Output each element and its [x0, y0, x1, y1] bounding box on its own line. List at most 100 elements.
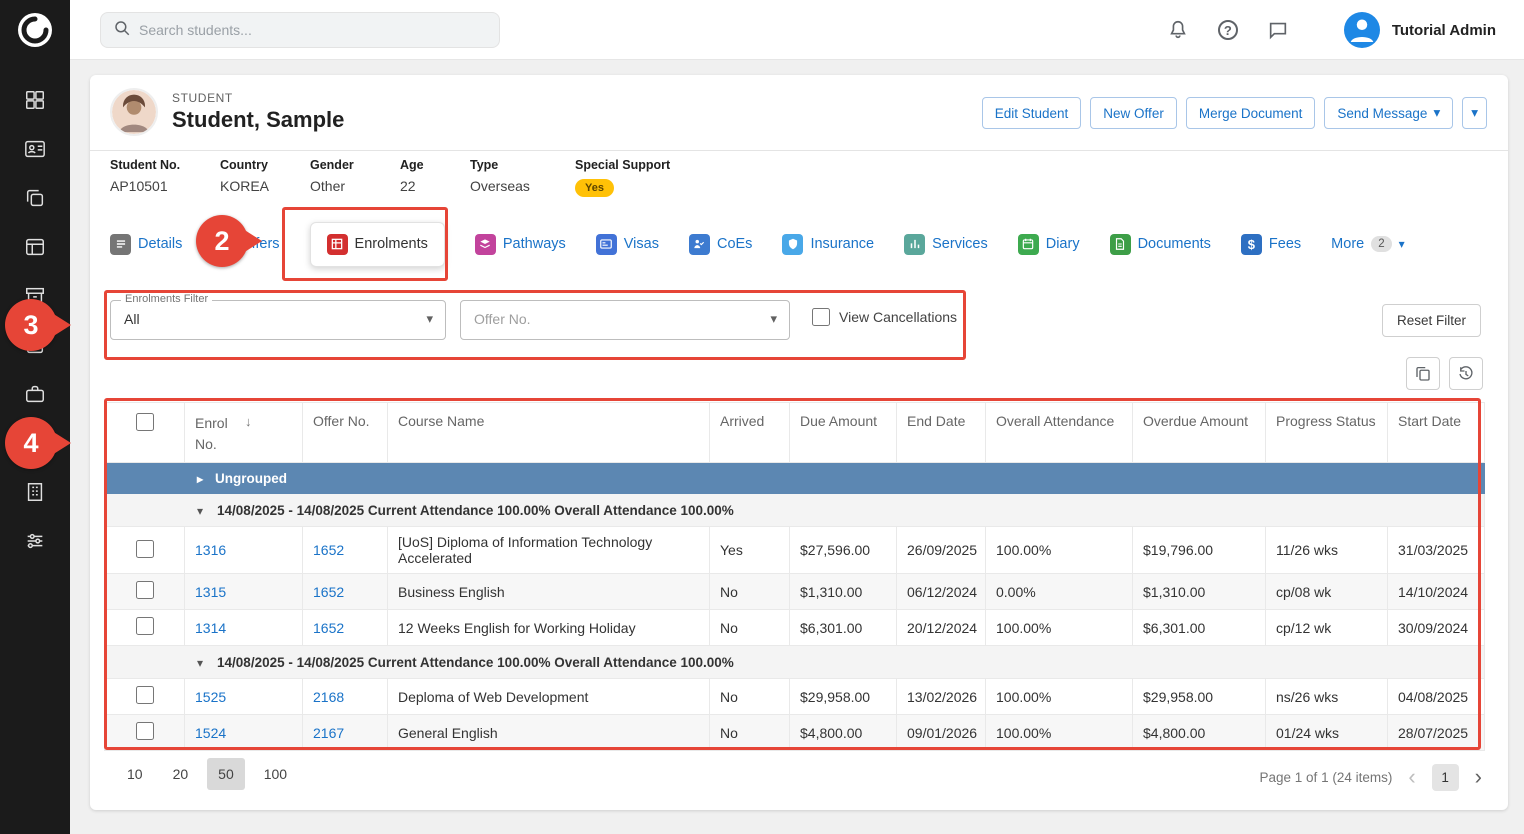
sidebar-contacts-icon[interactable]: [24, 138, 46, 160]
select-all-checkbox[interactable]: [136, 413, 154, 431]
tab-documents[interactable]: Documents: [1110, 234, 1211, 255]
chat-icon[interactable]: [1266, 18, 1290, 42]
col-header-overdue-amount[interactable]: Overdue Amount: [1133, 403, 1266, 463]
table-row: 1316 1652 [UoS] Diploma of Information T…: [105, 527, 1485, 574]
col-header-offer-no[interactable]: Offer No.: [303, 403, 388, 463]
new-offer-button[interactable]: New Offer: [1090, 97, 1177, 129]
sidebar-messages-icon[interactable]: [24, 432, 46, 454]
col-header-start-date[interactable]: Start Date: [1388, 403, 1485, 463]
app-logo-icon[interactable]: [17, 12, 53, 48]
student-avatar[interactable]: [110, 88, 158, 136]
start-date-cell: 31/03/2025: [1388, 527, 1485, 574]
col-header-due-amount[interactable]: Due Amount: [790, 403, 897, 463]
attendance-cell: 100.00%: [986, 679, 1133, 715]
row-checkbox[interactable]: [136, 540, 154, 558]
col-header-enrol-no[interactable]: Enrol No.↓: [185, 403, 303, 463]
subgroup-row[interactable]: ▾14/08/2025 - 14/08/2025 Current Attenda…: [105, 494, 1485, 527]
offer-no-placeholder: Offer No.: [474, 311, 531, 327]
offer-no-link[interactable]: 1652: [313, 584, 344, 600]
send-message-label: Send Message: [1337, 106, 1427, 121]
table-row: 1525 2168 Deploma of Web Development No …: [105, 679, 1485, 715]
tab-services[interactable]: Services: [904, 234, 988, 255]
subgroup-row[interactable]: ▾14/08/2025 - 14/08/2025 Current Attenda…: [105, 646, 1485, 679]
more-actions-dropdown-button[interactable]: ▾: [1462, 97, 1487, 129]
notifications-bell-icon[interactable]: [1166, 18, 1190, 42]
view-cancellations-label: View Cancellations: [839, 309, 957, 325]
tab-more[interactable]: More 2 ▾: [1331, 236, 1404, 252]
enrol-no-link[interactable]: 1525: [195, 689, 226, 705]
sidebar-offers-icon[interactable]: [24, 187, 46, 209]
sidebar-archive-icon[interactable]: [24, 285, 46, 307]
col-header-arrived[interactable]: Arrived: [710, 403, 790, 463]
offer-no-select[interactable]: Offer No. ▾: [460, 300, 790, 340]
tab-pathways[interactable]: Pathways: [475, 234, 566, 255]
user-menu[interactable]: Tutorial Admin: [1344, 12, 1496, 48]
page-size-50[interactable]: 50: [207, 758, 245, 790]
tab-diary[interactable]: Diary: [1018, 234, 1080, 255]
sidebar-settings-icon[interactable]: [24, 530, 46, 552]
arrived-cell: No: [710, 610, 790, 646]
history-icon[interactable]: [1449, 357, 1483, 390]
enrol-no-link[interactable]: 1315: [195, 584, 226, 600]
tab-visas[interactable]: Visas: [596, 234, 659, 255]
group-row-ungrouped[interactable]: ▸Ungrouped: [105, 463, 1485, 494]
offers-icon: [212, 234, 233, 255]
reset-filter-button[interactable]: Reset Filter: [1382, 304, 1481, 337]
col-header-course-name[interactable]: Course Name: [388, 403, 710, 463]
row-checkbox[interactable]: [136, 581, 154, 599]
enrolments-filter-select[interactable]: Enrolments Filter All ▾: [110, 300, 446, 340]
tab-insurance[interactable]: Insurance: [782, 234, 874, 255]
info-country: CountryKOREA: [220, 158, 269, 194]
row-checkbox[interactable]: [136, 722, 154, 740]
tab-coes[interactable]: CoEs: [689, 234, 752, 255]
offer-no-link[interactable]: 2167: [313, 725, 344, 741]
col-header-end-date[interactable]: End Date: [897, 403, 986, 463]
send-message-button[interactable]: Send Message▾: [1324, 97, 1453, 129]
edit-student-button[interactable]: Edit Student: [982, 97, 1082, 129]
student-search[interactable]: [100, 12, 500, 48]
col-header-progress-status[interactable]: Progress Status: [1266, 403, 1388, 463]
enrol-no-link[interactable]: 1314: [195, 620, 226, 636]
view-cancellations-checkbox[interactable]: [812, 308, 830, 326]
row-checkbox[interactable]: [136, 617, 154, 635]
offer-no-link[interactable]: 1652: [313, 542, 344, 558]
page-number-1[interactable]: 1: [1432, 764, 1459, 791]
next-page-icon[interactable]: ›: [1475, 766, 1482, 788]
caret-down-icon: ▾: [1471, 105, 1478, 121]
prev-page-icon[interactable]: ‹: [1408, 766, 1415, 788]
col-header-overall-attendance[interactable]: Overall Attendance: [986, 403, 1133, 463]
sidebar-briefcase-icon[interactable]: [24, 383, 46, 405]
merge-document-button[interactable]: Merge Document: [1186, 97, 1316, 129]
tab-enrolments[interactable]: Enrolments: [310, 222, 445, 267]
sort-desc-icon: ↓: [245, 414, 252, 429]
search-input[interactable]: [139, 22, 487, 38]
sidebar-enrolments-icon[interactable]: [24, 236, 46, 258]
sidebar-dashboard-icon[interactable]: [24, 89, 46, 111]
page-size-20[interactable]: 20: [162, 758, 200, 790]
start-date-cell: 14/10/2024: [1388, 574, 1485, 610]
row-checkbox[interactable]: [136, 686, 154, 704]
enrol-no-link[interactable]: 1316: [195, 542, 226, 558]
tab-offers[interactable]: Offers: [212, 234, 279, 255]
services-icon: [904, 234, 925, 255]
caret-down-icon: ▾: [1399, 237, 1405, 251]
attendance-cell: 100.00%: [986, 527, 1133, 574]
sidebar-organisation-icon[interactable]: [24, 481, 46, 503]
offer-no-link[interactable]: 1652: [313, 620, 344, 636]
group-label: Ungrouped: [215, 471, 287, 486]
sidebar-calendar-icon[interactable]: [24, 334, 46, 356]
help-icon[interactable]: ?: [1216, 18, 1240, 42]
tab-details[interactable]: Details: [110, 234, 182, 255]
column-chooser-icon[interactable]: [1406, 357, 1440, 390]
pagination: 10 20 50 100 Page 1 of 1 (24 items) ‹ 1 …: [90, 758, 1508, 798]
overdue-amount-cell: $6,301.00: [1133, 610, 1266, 646]
details-icon: [110, 234, 131, 255]
due-amount-cell: $4,800.00: [790, 715, 897, 751]
page-size-100[interactable]: 100: [253, 758, 298, 790]
enrol-no-link[interactable]: 1524: [195, 725, 226, 741]
tab-fees[interactable]: $ Fees: [1241, 234, 1301, 255]
page-size-10[interactable]: 10: [116, 758, 154, 790]
view-cancellations-toggle[interactable]: View Cancellations: [812, 308, 957, 326]
info-special-support: Special SupportYes: [575, 158, 670, 197]
offer-no-link[interactable]: 2168: [313, 689, 344, 705]
